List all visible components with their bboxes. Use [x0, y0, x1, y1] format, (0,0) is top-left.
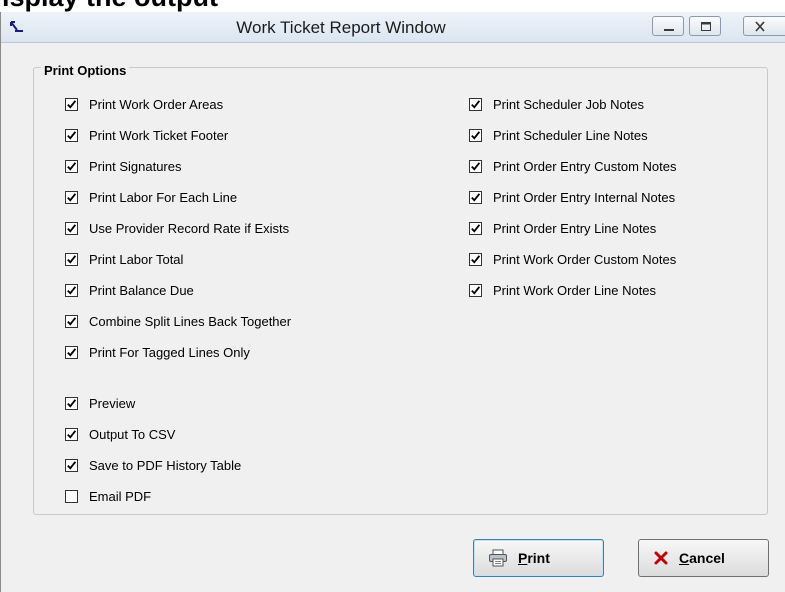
- checkbox-label: Print Labor For Each Line: [89, 189, 238, 205]
- checkbox-box[interactable]: [65, 97, 78, 111]
- printer-icon: [488, 549, 508, 567]
- checkbox-label: Output To CSV: [89, 426, 176, 442]
- checkbox-print-scheduler-line-notes[interactable]: Print Scheduler Line Notes: [469, 127, 648, 143]
- checkbox-label: Use Provider Record Rate if Exists: [89, 220, 290, 236]
- checkbox-box[interactable]: [469, 252, 482, 266]
- checkmark-icon: [471, 192, 481, 202]
- checkbox-box[interactable]: [469, 128, 482, 142]
- checkbox-box[interactable]: [469, 97, 482, 111]
- checkbox-label: Print Scheduler Line Notes: [493, 127, 648, 143]
- checkbox-box[interactable]: [65, 396, 78, 410]
- checkbox-label: Print Labor Total: [89, 251, 184, 267]
- checkbox-box[interactable]: [65, 252, 78, 266]
- checkmark-icon: [67, 99, 77, 109]
- checkbox-box[interactable]: [469, 190, 482, 204]
- checkbox-box[interactable]: [65, 489, 78, 503]
- checkbox-box[interactable]: [65, 128, 78, 142]
- checkbox-use-provider-record-rate-if-exists[interactable]: Use Provider Record Rate if Exists: [65, 220, 289, 236]
- checkbox-email-pdf[interactable]: Email PDF: [65, 488, 151, 504]
- checkbox-print-scheduler-job-notes[interactable]: Print Scheduler Job Notes: [469, 96, 644, 112]
- checkbox-label: Print Balance Due: [89, 282, 194, 298]
- checkmark-icon: [67, 130, 77, 140]
- maximize-icon: [701, 22, 711, 31]
- checkbox-label: Preview: [89, 395, 136, 411]
- checkmark-icon: [67, 316, 77, 326]
- checkbox-print-balance-due[interactable]: Print Balance Due: [65, 282, 194, 298]
- checkmark-icon: [67, 285, 77, 295]
- checkmark-icon: [67, 429, 77, 439]
- checkbox-label: Print Work Ticket Footer: [89, 127, 229, 143]
- checkbox-print-for-tagged-lines-only[interactable]: Print For Tagged Lines Only: [65, 344, 250, 360]
- title-bar[interactable]: Work Ticket Report Window: [1, 12, 785, 43]
- checkmark-icon: [471, 161, 481, 171]
- cancel-button-label: Cancel: [679, 550, 725, 566]
- checkbox-box[interactable]: [65, 458, 78, 472]
- checkmark-icon: [67, 347, 77, 357]
- checkbox-label: Print Work Order Custom Notes: [493, 251, 677, 267]
- checkbox-label: Print Scheduler Job Notes: [493, 96, 645, 112]
- checkbox-box[interactable]: [65, 283, 78, 297]
- checkbox-label: Print Work Order Line Notes: [493, 282, 657, 298]
- close-button[interactable]: [743, 16, 785, 36]
- checkbox-label: Save to PDF History Table: [89, 457, 242, 473]
- checkbox-box[interactable]: [65, 427, 78, 441]
- checkbox-print-work-order-custom-notes[interactable]: Print Work Order Custom Notes: [469, 251, 676, 267]
- checkmark-icon: [67, 161, 77, 171]
- checkbox-combine-split-lines-back-together[interactable]: Combine Split Lines Back Together: [65, 313, 291, 329]
- checkmark-icon: [471, 285, 481, 295]
- checkbox-print-order-entry-custom-notes[interactable]: Print Order Entry Custom Notes: [469, 158, 677, 174]
- checkbox-box[interactable]: [469, 159, 482, 173]
- checkbox-label: Print Order Entry Internal Notes: [493, 189, 676, 205]
- window-title: Work Ticket Report Window: [236, 18, 446, 37]
- checkbox-save-to-pdf-history-table[interactable]: Save to PDF History Table: [65, 457, 241, 473]
- report-window: Work Ticket Report Window Print Options …: [0, 12, 785, 592]
- checkmark-icon: [471, 130, 481, 140]
- checkmark-icon: [471, 254, 481, 264]
- checkbox-preview[interactable]: Preview: [65, 395, 135, 411]
- maximize-button[interactable]: [689, 16, 721, 36]
- checkbox-label: Email PDF: [89, 488, 152, 504]
- checkbox-output-to-csv[interactable]: Output To CSV: [65, 426, 175, 442]
- checkmark-icon: [67, 460, 77, 470]
- checkbox-label: Print Order Entry Custom Notes: [493, 158, 677, 174]
- checkbox-label: Print Order Entry Line Notes: [493, 220, 657, 236]
- checkbox-label: Print Signatures: [89, 158, 182, 174]
- checkbox-box[interactable]: [65, 221, 78, 235]
- checkbox-print-signatures[interactable]: Print Signatures: [65, 158, 182, 174]
- checkbox-print-work-order-areas[interactable]: Print Work Order Areas: [65, 96, 223, 112]
- checkbox-box[interactable]: [65, 314, 78, 328]
- checkbox-label: Print For Tagged Lines Only: [89, 344, 250, 360]
- checkmark-icon: [67, 192, 77, 202]
- checkmark-icon: [471, 99, 481, 109]
- checkbox-print-order-entry-line-notes[interactable]: Print Order Entry Line Notes: [469, 220, 656, 236]
- print-button-label: Print: [518, 550, 550, 566]
- checkbox-print-work-order-line-notes[interactable]: Print Work Order Line Notes: [469, 282, 656, 298]
- checkbox-label: Combine Split Lines Back Together: [89, 313, 292, 329]
- background-heading: isplay the output: [2, 0, 218, 12]
- checkbox-print-labor-for-each-line[interactable]: Print Labor For Each Line: [65, 189, 237, 205]
- checkbox-box[interactable]: [469, 221, 482, 235]
- print-options-label: Print Options: [41, 63, 130, 78]
- checkmark-icon: [471, 223, 481, 233]
- checkbox-print-order-entry-internal-notes[interactable]: Print Order Entry Internal Notes: [469, 189, 675, 205]
- minimize-icon: [664, 29, 674, 31]
- checkbox-print-labor-total[interactable]: Print Labor Total: [65, 251, 183, 267]
- checkbox-print-work-ticket-footer[interactable]: Print Work Ticket Footer: [65, 127, 228, 143]
- checkmark-icon: [67, 254, 77, 264]
- checkmark-icon: [67, 398, 77, 408]
- red-x-icon: [653, 550, 669, 566]
- minimize-button[interactable]: [652, 16, 684, 36]
- cancel-button[interactable]: Cancel: [638, 539, 769, 577]
- checkmark-icon: [67, 223, 77, 233]
- close-icon: [755, 21, 765, 32]
- print-button[interactable]: Print: [473, 539, 604, 577]
- checkbox-box[interactable]: [65, 159, 78, 173]
- checkbox-box[interactable]: [65, 190, 78, 204]
- checkbox-box[interactable]: [469, 283, 482, 297]
- background-page-text: isplay the output: [0, 0, 785, 12]
- checkbox-box[interactable]: [65, 345, 78, 359]
- checkbox-label: Print Work Order Areas: [89, 96, 224, 112]
